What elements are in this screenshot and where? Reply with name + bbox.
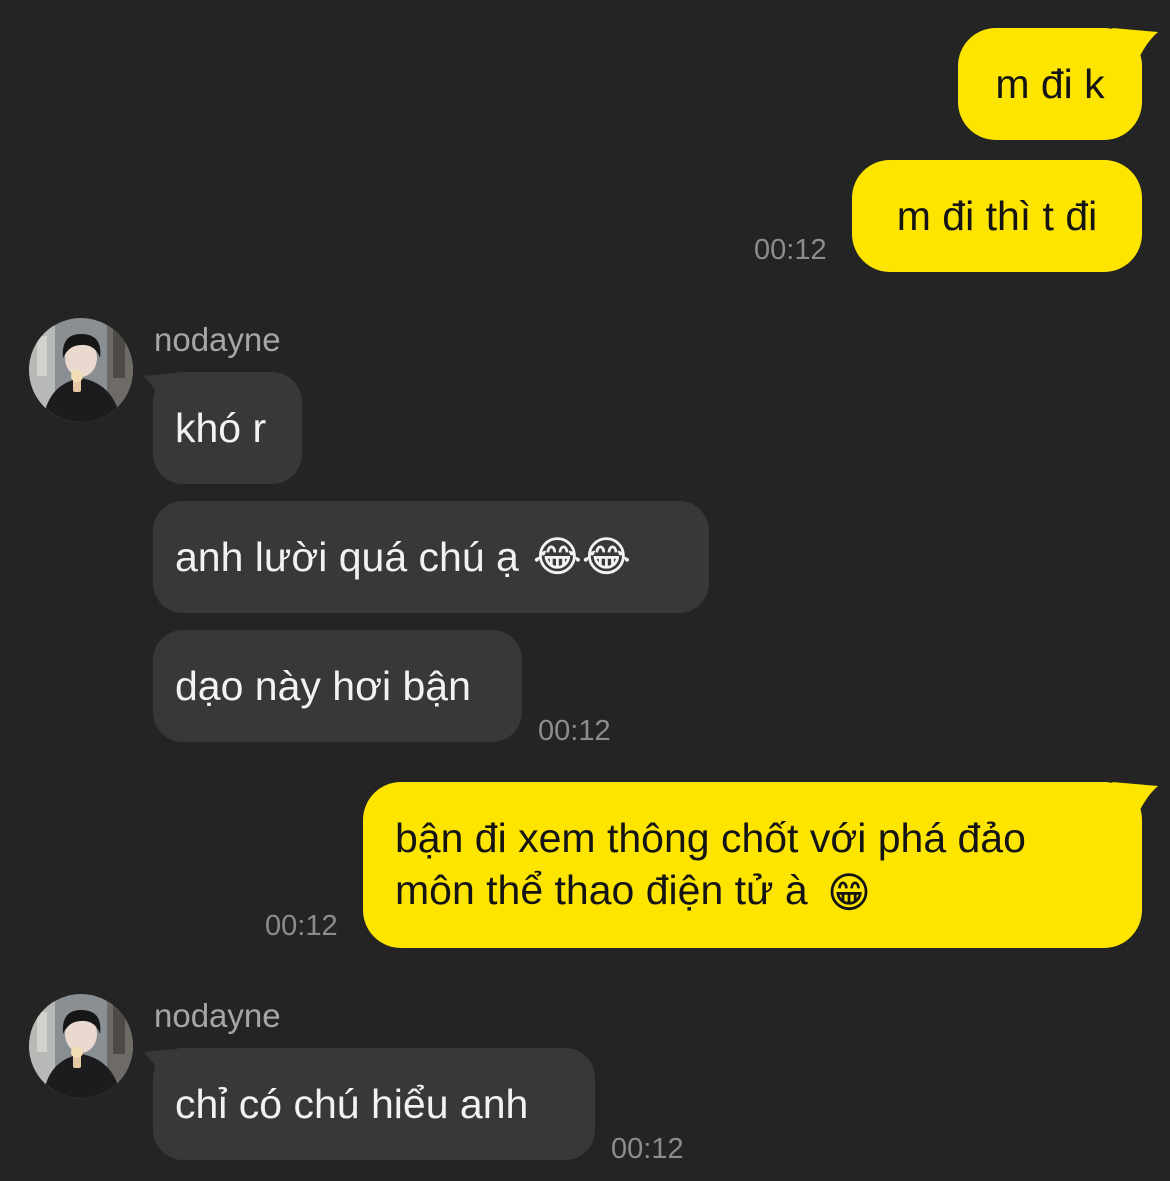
sender-avatar[interactable] bbox=[29, 318, 133, 422]
outgoing-message-bubble[interactable]: bận đi xem thông chốt với phá đảo môn th… bbox=[363, 782, 1142, 948]
sender-avatar[interactable] bbox=[29, 994, 133, 1098]
message-text: m đi thì t đi bbox=[896, 193, 1098, 239]
face-with-tears-of-joy-emoji: 😂😂 bbox=[532, 532, 631, 581]
message-timestamp: 00:12 bbox=[265, 910, 338, 942]
message-text: bận đi xem thông chốt với phá đảo môn th… bbox=[395, 815, 1026, 913]
profile-photo-avatar bbox=[29, 994, 133, 1098]
message-text: khó r bbox=[175, 405, 267, 451]
incoming-bubble-tail bbox=[143, 1048, 187, 1084]
beaming-face-emoji: 😁 bbox=[827, 868, 871, 918]
message-timestamp: 00:12 bbox=[611, 1133, 684, 1165]
profile-photo-avatar bbox=[29, 318, 133, 422]
incoming-bubble-tail bbox=[143, 372, 187, 408]
sender-name: nodayne bbox=[154, 997, 281, 1034]
sender-name: nodayne bbox=[154, 321, 281, 358]
message-text: m đi k bbox=[995, 61, 1105, 107]
message-timestamp: 00:12 bbox=[538, 715, 611, 747]
outgoing-message-bubble[interactable]: m đi thì t đi bbox=[852, 160, 1142, 272]
message-text: dạo này hơi bận bbox=[175, 663, 471, 709]
message-text: chỉ có chú hiểu anh bbox=[175, 1081, 529, 1127]
message-text: anh lười quá chú ạ bbox=[175, 534, 519, 580]
outgoing-bubble-tail bbox=[1112, 28, 1158, 64]
message-timestamp: 00:12 bbox=[754, 234, 827, 266]
incoming-message-bubble[interactable]: dạo này hơi bận bbox=[153, 630, 522, 742]
outgoing-bubble-tail bbox=[1112, 782, 1158, 818]
incoming-message-bubble[interactable]: anh lười quá chú ạ 😂😂 bbox=[153, 501, 709, 613]
incoming-message-bubble[interactable]: chỉ có chú hiểu anh bbox=[153, 1048, 595, 1160]
